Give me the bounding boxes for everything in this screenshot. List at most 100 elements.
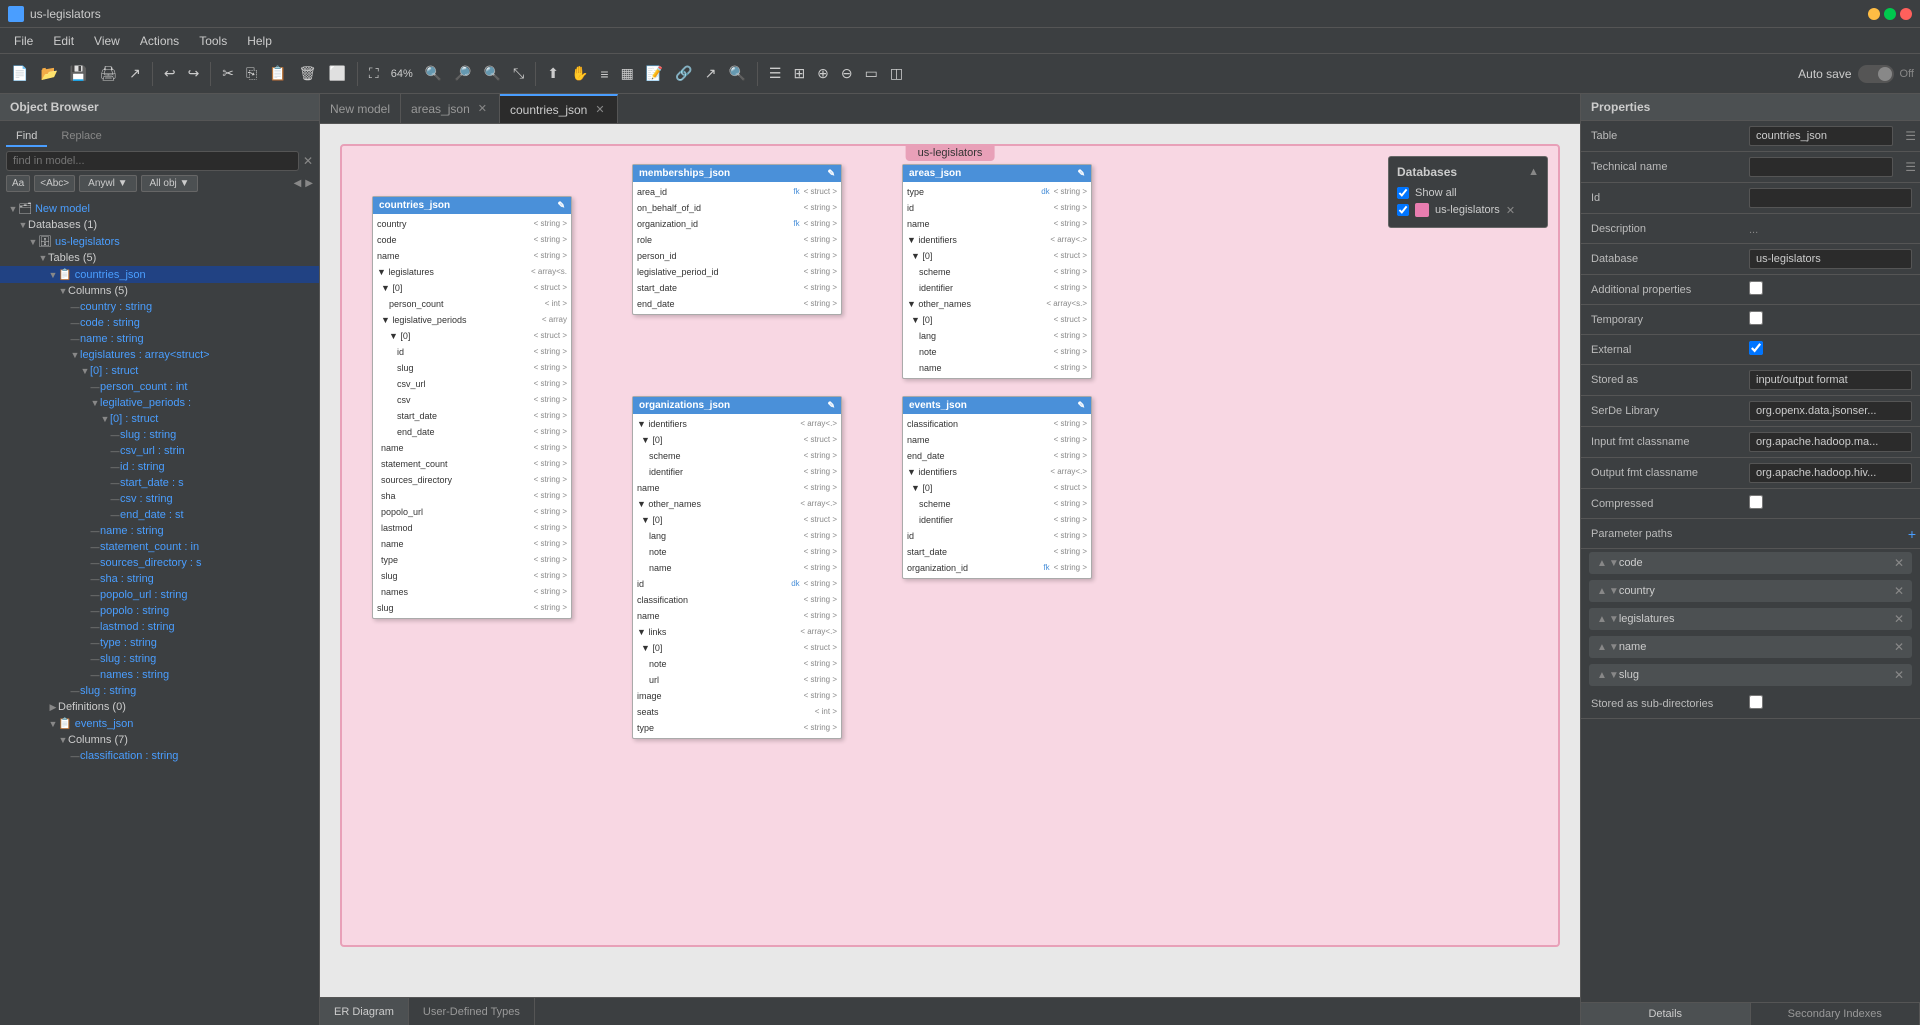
- bottom-tab-er-diagram[interactable]: ER Diagram: [320, 998, 409, 1025]
- hand-button[interactable]: ✋: [566, 62, 593, 85]
- tree-item-start-date[interactable]: —start_date : s: [0, 475, 319, 491]
- edit-icon[interactable]: ✎: [1077, 168, 1085, 179]
- maximize-button[interactable]: [1884, 8, 1896, 20]
- tab-new-model[interactable]: New model: [320, 94, 401, 123]
- tree-item-id[interactable]: —id : string: [0, 459, 319, 475]
- select-button[interactable]: ⬆: [542, 62, 564, 85]
- autosave-toggle[interactable]: [1858, 65, 1894, 83]
- save-button[interactable]: 💾: [65, 62, 92, 85]
- print-button[interactable]: 🖨: [94, 62, 122, 85]
- search-input[interactable]: [6, 151, 299, 171]
- param-del-button[interactable]: ✕: [1894, 668, 1904, 682]
- input-fmt-input[interactable]: [1749, 432, 1912, 452]
- paste-button[interactable]: 📋: [264, 62, 291, 85]
- param-del-button[interactable]: ✕: [1894, 612, 1904, 626]
- tree-item-countries-json[interactable]: ▼ 📋 countries_json: [0, 266, 319, 283]
- next-result-button[interactable]: ▶: [305, 178, 313, 189]
- format-button[interactable]: ⬜: [323, 62, 350, 85]
- er-diagram-canvas[interactable]: us-legislators countries_json ✎ country<…: [320, 124, 1580, 997]
- er-table-areas-json[interactable]: areas_json ✎ typedk< string > id< string…: [902, 164, 1092, 379]
- right-tab-secondary-indexes[interactable]: Secondary Indexes: [1751, 1003, 1920, 1025]
- close-button[interactable]: [1900, 8, 1912, 20]
- tree-item-events-columns[interactable]: ▼Columns (7): [0, 732, 319, 748]
- remove-db-button[interactable]: ✕: [1506, 204, 1515, 217]
- menu-file[interactable]: File: [4, 32, 43, 50]
- tree-item-struct0[interactable]: ▼[0] : struct: [0, 363, 319, 379]
- tree-item-slug2[interactable]: —slug : string: [0, 651, 319, 667]
- tree-item-legislatures[interactable]: ▼legislatures : array<struct>: [0, 347, 319, 363]
- tree-item-end-date[interactable]: —end_date : st: [0, 507, 319, 523]
- param-down-button[interactable]: ▼: [1609, 642, 1619, 653]
- param-up-button[interactable]: ▲: [1597, 614, 1607, 625]
- share-button[interactable]: ↗: [700, 62, 722, 85]
- link-button[interactable]: 🔗: [670, 62, 697, 85]
- case-sensitive-button[interactable]: Aa: [6, 175, 30, 192]
- table-name-input[interactable]: [1749, 126, 1893, 146]
- id-input[interactable]: [1749, 188, 1912, 208]
- output-fmt-input[interactable]: [1749, 463, 1912, 483]
- replace-tab[interactable]: Replace: [51, 127, 111, 147]
- tree-item-struct0-2[interactable]: ▼[0] : struct: [0, 411, 319, 427]
- tree-item-definitions[interactable]: ▶Definitions (0): [0, 699, 319, 715]
- menu-view[interactable]: View: [84, 32, 130, 50]
- tree-item-name[interactable]: —name : string: [0, 331, 319, 347]
- table-menu-icon[interactable]: ☰: [1901, 129, 1920, 143]
- param-del-button[interactable]: ✕: [1894, 640, 1904, 654]
- object-type-dropdown[interactable]: All obj ▼: [141, 175, 199, 192]
- collapse-databases-button[interactable]: ▲: [1528, 166, 1539, 178]
- tree-item-code[interactable]: —code : string: [0, 315, 319, 331]
- tree-item-csv[interactable]: —csv : string: [0, 491, 319, 507]
- bottom-tab-user-defined[interactable]: User-Defined Types: [409, 998, 535, 1025]
- find-button[interactable]: 🔍: [479, 62, 506, 85]
- stored-as-select[interactable]: input/output format: [1749, 370, 1912, 390]
- param-down-button[interactable]: ▼: [1609, 558, 1619, 569]
- delete-button[interactable]: 🗑: [294, 62, 322, 85]
- zoom-out-button[interactable]: 🔍: [420, 62, 447, 85]
- find-tab[interactable]: Find: [6, 127, 47, 147]
- tree-item-sha[interactable]: —sha : string: [0, 571, 319, 587]
- tree-item-person-count[interactable]: —person_count : int: [0, 379, 319, 395]
- er-table-memberships-json[interactable]: memberships_json ✎ area_idfk< struct > o…: [632, 164, 842, 315]
- menu-help[interactable]: Help: [237, 32, 282, 50]
- compressed-checkbox[interactable]: [1749, 495, 1763, 509]
- edit-icon[interactable]: ✎: [827, 400, 835, 411]
- er-table-countries-json[interactable]: countries_json ✎ country< string > code<…: [372, 196, 572, 619]
- tree-item-legil-periods[interactable]: ▼legilative_periods :: [0, 395, 319, 411]
- tree-item-events-json[interactable]: ▼📋events_json: [0, 715, 319, 732]
- cut-button[interactable]: ✂: [217, 62, 239, 85]
- menu-tools[interactable]: Tools: [189, 32, 237, 50]
- database-select[interactable]: us-legislators: [1749, 249, 1912, 269]
- menu-actions[interactable]: Actions: [130, 32, 189, 50]
- tree-item-tables[interactable]: ▼ Tables (5): [0, 250, 319, 266]
- tab-areas-json[interactable]: areas_json ✕: [401, 94, 500, 123]
- tech-menu-icon[interactable]: ☰: [1901, 160, 1920, 174]
- sidebar-toggle[interactable]: ▭: [860, 62, 883, 85]
- tree-item-csv-url[interactable]: —csv_url : strin: [0, 443, 319, 459]
- tree-item-sources-dir[interactable]: —sources_directory : s: [0, 555, 319, 571]
- align-button[interactable]: ≡: [595, 63, 613, 85]
- param-down-button[interactable]: ▼: [1609, 670, 1619, 681]
- external-checkbox[interactable]: [1749, 341, 1763, 355]
- new-button[interactable]: 📄: [6, 62, 33, 85]
- tree-item-us-legislators[interactable]: ▼ 🗄 us-legislators: [0, 233, 319, 250]
- full-screen-button[interactable]: ⛶: [364, 62, 384, 85]
- tree-item-names[interactable]: —names : string: [0, 667, 319, 683]
- edit-icon[interactable]: ✎: [557, 200, 565, 211]
- er-table-organizations-json[interactable]: organizations_json ✎ ▼ identifiers< arra…: [632, 396, 842, 739]
- tab-countries-json[interactable]: countries_json ✕: [500, 94, 618, 123]
- expand-icon[interactable]: ▼: [28, 237, 38, 247]
- param-up-button[interactable]: ▲: [1597, 586, 1607, 597]
- tree-item-databases[interactable]: ▼ Databases (1): [0, 217, 319, 233]
- param-del-button[interactable]: ✕: [1894, 584, 1904, 598]
- tree-item-classification[interactable]: —classification : string: [0, 748, 319, 764]
- grid-button[interactable]: ⊞: [788, 62, 810, 85]
- search-mode-dropdown[interactable]: Anywl ▼: [79, 175, 136, 192]
- right-tab-details[interactable]: Details: [1581, 1003, 1751, 1025]
- serde-input[interactable]: [1749, 401, 1912, 421]
- db-entry-checkbox[interactable]: [1397, 204, 1409, 216]
- tree-item-name2[interactable]: —name : string: [0, 523, 319, 539]
- expand-icon[interactable]: ▼: [38, 253, 48, 263]
- tree-item-popolo[interactable]: —popolo : string: [0, 603, 319, 619]
- fit-button[interactable]: ⤡: [508, 62, 529, 85]
- tree-item-popolo-url[interactable]: —popolo_url : string: [0, 587, 319, 603]
